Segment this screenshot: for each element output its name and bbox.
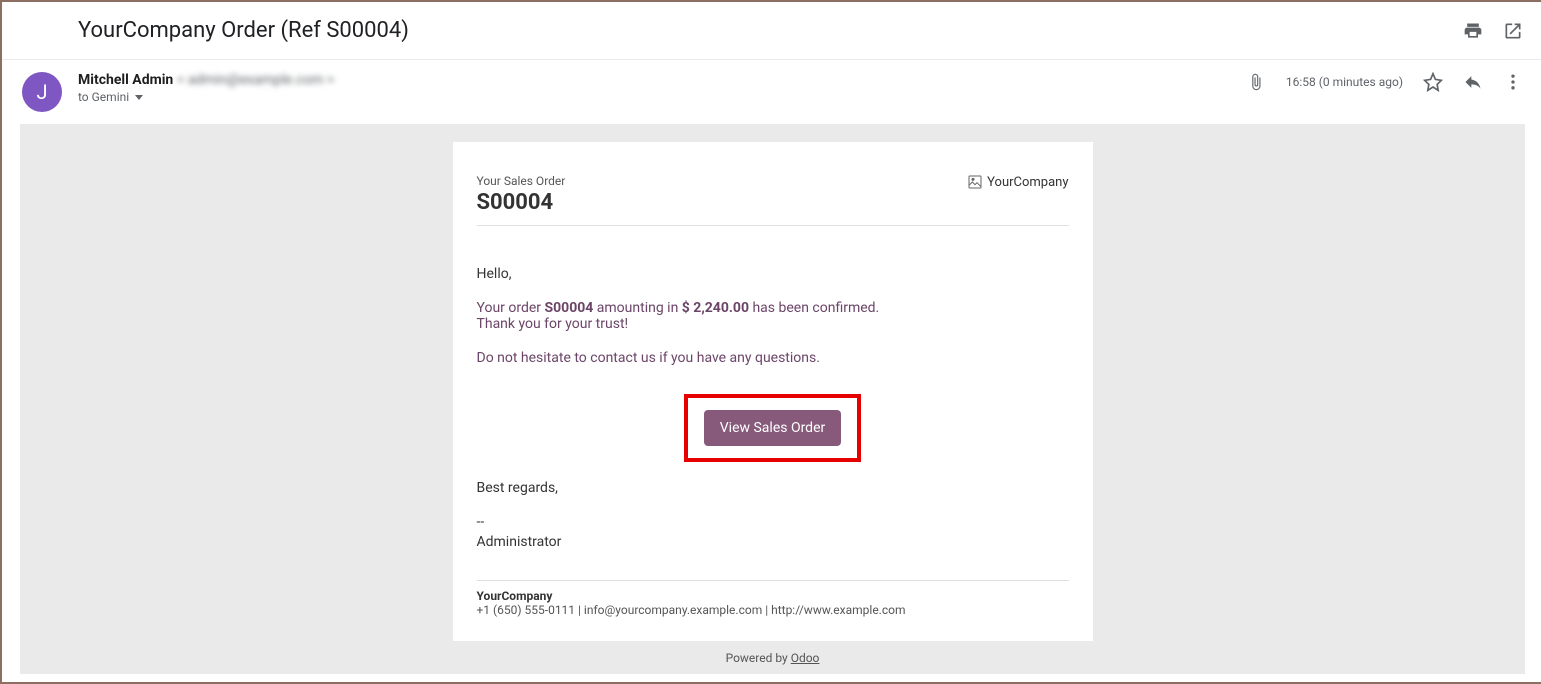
signature-dashes: -- [477,514,1069,530]
email-body-area: Your Sales Order S00004 YourCompany Hell… [20,124,1525,674]
order-label: Your Sales Order [477,174,566,188]
order-number: S00004 [477,190,566,215]
timestamp: 16:58 (0 minutes ago) [1286,75,1403,89]
view-sales-order-button[interactable]: View Sales Order [704,410,842,446]
print-icon[interactable] [1463,21,1483,41]
footer-contact: +1 (650) 555-0111 | info@yourcompany.exa… [477,603,1069,617]
chevron-down-icon [135,95,143,100]
attachment-icon[interactable] [1246,72,1266,92]
footer-company: YourCompany [477,589,1069,603]
sender-email: < admin@example.com > [177,72,334,88]
logo-alt-text: YourCompany [987,175,1068,190]
to-line-text: to Gemini [78,90,129,104]
odoo-link[interactable]: Odoo [791,651,820,665]
powered-by: Powered by Odoo [20,651,1525,665]
contact-note: Do not hesitate to contact us if you hav… [477,350,1069,366]
open-new-window-icon[interactable] [1503,21,1523,41]
recipient-dropdown[interactable]: to Gemini [78,90,1246,104]
sender-avatar[interactable]: J [22,72,62,112]
confirmation-text: Your order S00004 amounting in $ 2,240.0… [477,300,1069,332]
signer: Administrator [477,534,1069,550]
email-card: Your Sales Order S00004 YourCompany Hell… [453,142,1093,641]
annotation-box: View Sales Order [684,394,862,462]
star-icon[interactable] [1423,72,1443,92]
company-logo-broken: YourCompany [967,174,1068,190]
greeting: Hello, [477,266,1069,282]
sender-name: Mitchell Admin [78,72,173,88]
reply-icon[interactable] [1463,72,1483,92]
more-icon[interactable] [1503,72,1523,92]
regards: Best regards, [477,480,1069,496]
email-subject: YourCompany Order (Ref S00004) [78,18,1463,43]
